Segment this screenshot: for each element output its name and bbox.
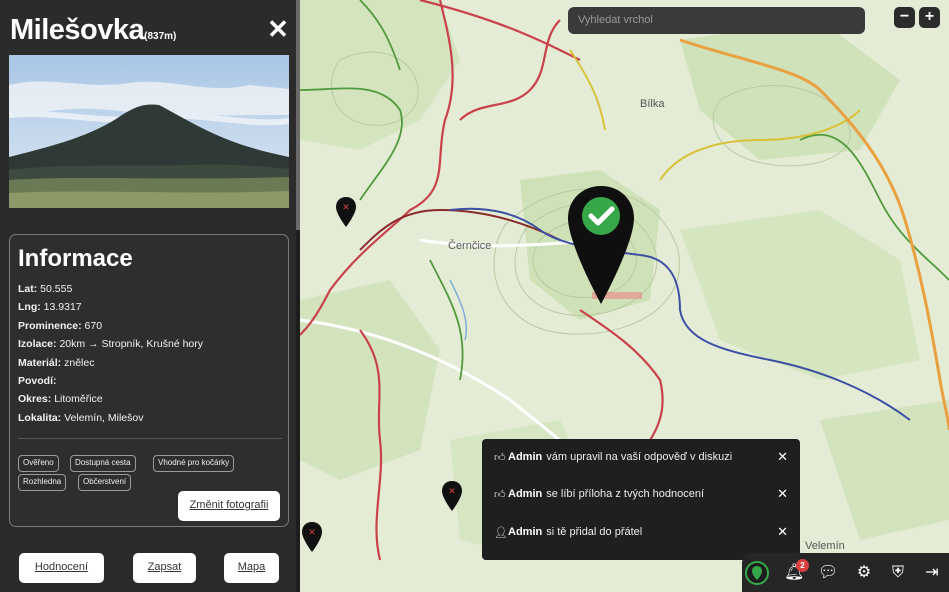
info-title: Informace	[18, 245, 133, 272]
notification-message: vám upravil na vaší odpověď v diskuzi	[546, 451, 733, 463]
svg-text:✕: ✕	[308, 528, 316, 538]
zoom-out-button[interactable]: −	[894, 7, 915, 28]
thumbs-up-icon: 👍︎	[494, 488, 506, 501]
notifications-panel: 👍︎ Admin vám upravil na vaší odpověď v d…	[482, 439, 800, 560]
tag-verified: Ověřeno	[18, 455, 59, 472]
notification-user: Admin	[508, 526, 543, 538]
visit-button[interactable]: Zapsat	[133, 553, 196, 583]
info-locality: Lokalita: Velemín, Milešov	[18, 412, 144, 424]
peak-elevation: (837m)	[144, 31, 177, 42]
map-button[interactable]: Mapa	[224, 553, 279, 583]
notification-item[interactable]: 👍︎ Admin se líbí příloha z tvých hodnoce…	[494, 484, 788, 504]
notification-user: Admin	[508, 488, 543, 500]
info-basin: Povodí:	[18, 375, 57, 387]
bottom-toolbar: 🔔︎ 2 💬︎ ⚙ ⛨ ⇥	[742, 553, 949, 592]
info-lat: Lat: 50.555	[18, 283, 73, 295]
divider	[18, 438, 282, 439]
tag-stroller: Vhodné pro kočárky	[153, 455, 235, 472]
peak-detail-sidebar: Milešovka(837m) ✕ Informace Lat: 50.555 …	[0, 0, 300, 592]
svg-text:✕: ✕	[342, 203, 350, 213]
scrollbar-thumb[interactable]	[296, 0, 300, 230]
change-photo-button[interactable]: Změnit fotografii	[178, 491, 280, 521]
map-label-town2: Bílka	[640, 98, 665, 110]
notification-user: Admin	[508, 451, 543, 463]
info-material: Materiál: znělec	[18, 357, 95, 369]
notification-item[interactable]: 👤︎ Admin si tě přidal do přátel ✕	[494, 522, 788, 542]
close-icon[interactable]: ✕	[774, 449, 788, 465]
info-lng: Lng: 13.9317	[18, 301, 82, 313]
tag-refreshments: Občerstvení	[78, 474, 132, 491]
svg-text:✕: ✕	[448, 487, 456, 497]
search-input[interactable]: Vyhledat vrchol	[568, 7, 865, 34]
peak-photo[interactable]	[9, 55, 289, 208]
chat-icon[interactable]: 💬︎	[818, 563, 838, 583]
notification-item[interactable]: 👍︎ Admin vám upravil na vaší odpověď v d…	[494, 447, 788, 467]
peak-marker[interactable]: ✕	[336, 197, 356, 227]
logout-icon[interactable]: ⇥	[922, 563, 942, 583]
close-icon[interactable]: ✕	[265, 14, 291, 45]
rate-button[interactable]: Hodnocení	[19, 553, 104, 583]
selected-peak-marker[interactable]	[568, 186, 634, 304]
tag-lookout: Rozhledna	[18, 474, 67, 491]
peak-name: Milešovka	[10, 14, 145, 46]
info-district: Okres: Litoměřice	[18, 393, 103, 405]
info-prominence: Prominence: 670	[18, 320, 103, 332]
close-icon[interactable]: ✕	[774, 524, 788, 540]
thumbs-up-icon: 👍︎	[494, 451, 506, 464]
notification-message: se líbí příloha z tvých hodnocení	[546, 488, 704, 500]
user-icon: 👤︎	[494, 526, 508, 539]
notification-badge: 2	[796, 559, 809, 572]
map-label-town1: Černčice	[448, 240, 492, 252]
location-icon[interactable]	[745, 561, 769, 585]
zoom-in-button[interactable]: +	[919, 7, 940, 28]
info-card: Informace Lat: 50.555 Lng: 13.9317 Promi…	[9, 234, 289, 527]
notification-message: si tě přidal do přátel	[546, 526, 643, 538]
page-title: Milešovka(837m)	[10, 14, 176, 47]
close-icon[interactable]: ✕	[774, 486, 788, 502]
gear-icon[interactable]: ⚙	[854, 563, 874, 583]
info-isolation: Izolace: 20km → Stropník, Krušné hory	[18, 338, 203, 350]
tag-accessible: Dostupná cesta	[70, 455, 136, 472]
peak-marker[interactable]: ✕	[442, 481, 462, 511]
map-label-town3: Velemín	[805, 540, 845, 552]
peak-marker[interactable]: ✕	[302, 522, 322, 552]
shield-icon[interactable]: ⛨	[888, 563, 908, 583]
